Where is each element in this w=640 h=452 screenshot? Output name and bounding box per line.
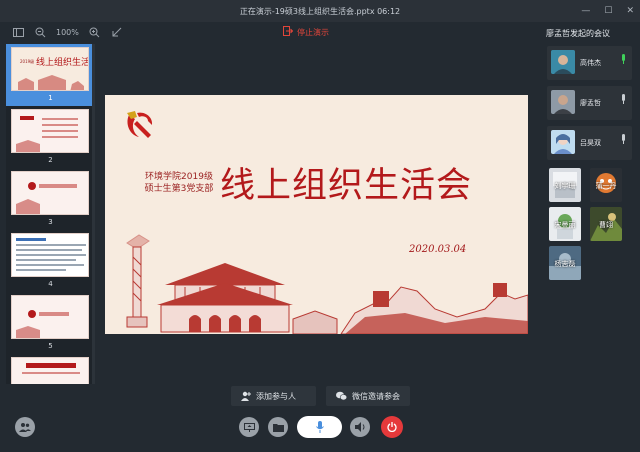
participant-name: 蒲一丹 (595, 182, 617, 190)
microphone-muted-icon (622, 134, 625, 144)
slide-thumbnail[interactable]: 6 (6, 354, 95, 384)
speaker-button[interactable] (350, 417, 370, 437)
slide-number: 1 (48, 94, 53, 102)
thumbnail-section-slide (11, 171, 89, 215)
participant-name: 高伟杰 (580, 59, 601, 67)
participant-name: 曹翊 (599, 221, 613, 229)
participant-name: 刘宇珊 (554, 182, 576, 190)
view-controls: 100% (12, 26, 123, 38)
participant-thumbnail[interactable]: 刘宇珊 (549, 168, 581, 202)
slide-thumbnail[interactable]: 5 (6, 292, 95, 354)
minimize-icon[interactable]: — (581, 6, 590, 16)
window-controls: — ☐ ✕ (581, 0, 634, 22)
slide-thumbnail[interactable]: 2 (6, 106, 95, 168)
slide-number: 5 (48, 342, 53, 350)
participant-thumbnail[interactable]: 曹翊 (590, 207, 622, 241)
title-bar: 正在演示-19硕3线上组织生活会.pptx 06:12 — ☐ ✕ (0, 0, 640, 22)
share-screen-button[interactable] (239, 417, 259, 437)
participant-tile[interactable]: 吕昊双 (547, 126, 632, 160)
organization-line-1: 环境学院2019级 (145, 172, 213, 182)
participants-list-button[interactable] (15, 417, 35, 437)
speaker-icon (354, 422, 364, 432)
folder-icon (272, 423, 284, 432)
slide-thumbnail-list: 2019级 线上组织生活会 1 2 (6, 44, 95, 384)
organization-line-2: 硕士生第3党支部 (144, 184, 214, 194)
microphone-active-icon (622, 54, 625, 64)
participant-tile[interactable]: 高伟杰 (547, 46, 632, 80)
tiananmen-landmark-illustration (126, 234, 528, 334)
slide-number: 4 (48, 280, 53, 288)
zoom-out-icon[interactable] (34, 26, 46, 38)
party-emblem-icon (127, 111, 153, 138)
microphone-toggle-button[interactable] (297, 416, 342, 438)
maximize-icon[interactable]: ☐ (604, 6, 612, 16)
window-title: 正在演示-19硕3线上组织生活会.pptx 06:12 (239, 6, 401, 16)
collapse-arrow-icon[interactable] (111, 26, 123, 38)
slide-number: 2 (48, 156, 53, 164)
slide-title: 线上组织生活会 (220, 166, 473, 206)
slide-number: 3 (48, 218, 53, 226)
participant-name: 廖孟哲 (580, 99, 601, 107)
participant-name: 宋曼丽 (554, 221, 576, 229)
svg-text:线上组织生活会: 线上组织生活会 (36, 56, 89, 68)
slide-thumbnail[interactable]: 4 (6, 230, 95, 292)
wechat-invite-label: 微信邀请参会 (352, 391, 400, 401)
participant-name: 杨志磊 (554, 260, 576, 268)
wechat-icon (336, 391, 347, 401)
screen-share-icon (243, 422, 255, 432)
thumbnail-text-slide (11, 233, 89, 277)
thumbnail-scrollbar[interactable] (92, 44, 95, 384)
participant-thumbnail[interactable]: 蒲一丹 (590, 168, 622, 202)
add-participant-label: 添加参与人 (256, 391, 296, 401)
organization-name: 环境学院2019级 硕士生第3党支部 (131, 171, 227, 195)
thumbnail-title-slide: 2019级 线上组织生活会 (11, 47, 89, 91)
participant-name: 吕昊双 (580, 139, 601, 147)
participant-thumbnail[interactable]: 宋曼丽 (549, 207, 581, 241)
close-icon[interactable]: ✕ (626, 6, 634, 16)
presentation-toolbar: 100% 停止演示 (0, 22, 540, 44)
users-icon (19, 423, 31, 432)
sidebar-toggle-icon[interactable] (12, 26, 24, 38)
leave-meeting-button[interactable] (381, 416, 403, 438)
avatar (551, 90, 575, 114)
exit-icon (283, 26, 294, 38)
microphone-icon (315, 421, 324, 433)
power-icon (387, 422, 397, 432)
slide-thumbnail[interactable]: 2019级 线上组织生活会 1 (6, 44, 95, 106)
participant-thumbnail[interactable]: 杨志磊 (549, 246, 581, 280)
svg-text:2019级: 2019级 (20, 58, 34, 64)
files-button[interactable] (268, 417, 288, 437)
meeting-title: 廖孟哲发起的会议 (546, 29, 610, 38)
participant-tile[interactable]: 廖孟哲 (547, 86, 632, 120)
stop-presenting-label: 停止演示 (297, 27, 329, 37)
avatar (551, 50, 575, 74)
wechat-invite-button[interactable]: 微信邀请参会 (326, 386, 410, 406)
stop-presenting-button[interactable]: 停止演示 (283, 26, 329, 38)
meeting-app-window: 正在演示-19硕3线上组织生活会.pptx 06:12 — ☐ ✕ 100% 停… (0, 0, 640, 452)
microphone-muted-icon (622, 94, 625, 104)
avatar (551, 130, 575, 154)
zoom-in-icon[interactable] (89, 26, 101, 38)
add-participant-button[interactable]: 添加参与人 (231, 386, 316, 406)
thumbnail-contents-slide (11, 109, 89, 153)
add-person-icon (241, 391, 251, 401)
thumbnail-section-slide (11, 295, 89, 339)
zoom-level: 100% (56, 27, 79, 37)
presented-slide: 环境学院2019级 硕士生第3党支部 线上组织生活会 2020.03.04 (105, 95, 528, 334)
slide-thumbnail[interactable]: 3 (6, 168, 95, 230)
thumbnail-partial-slide (11, 357, 89, 384)
